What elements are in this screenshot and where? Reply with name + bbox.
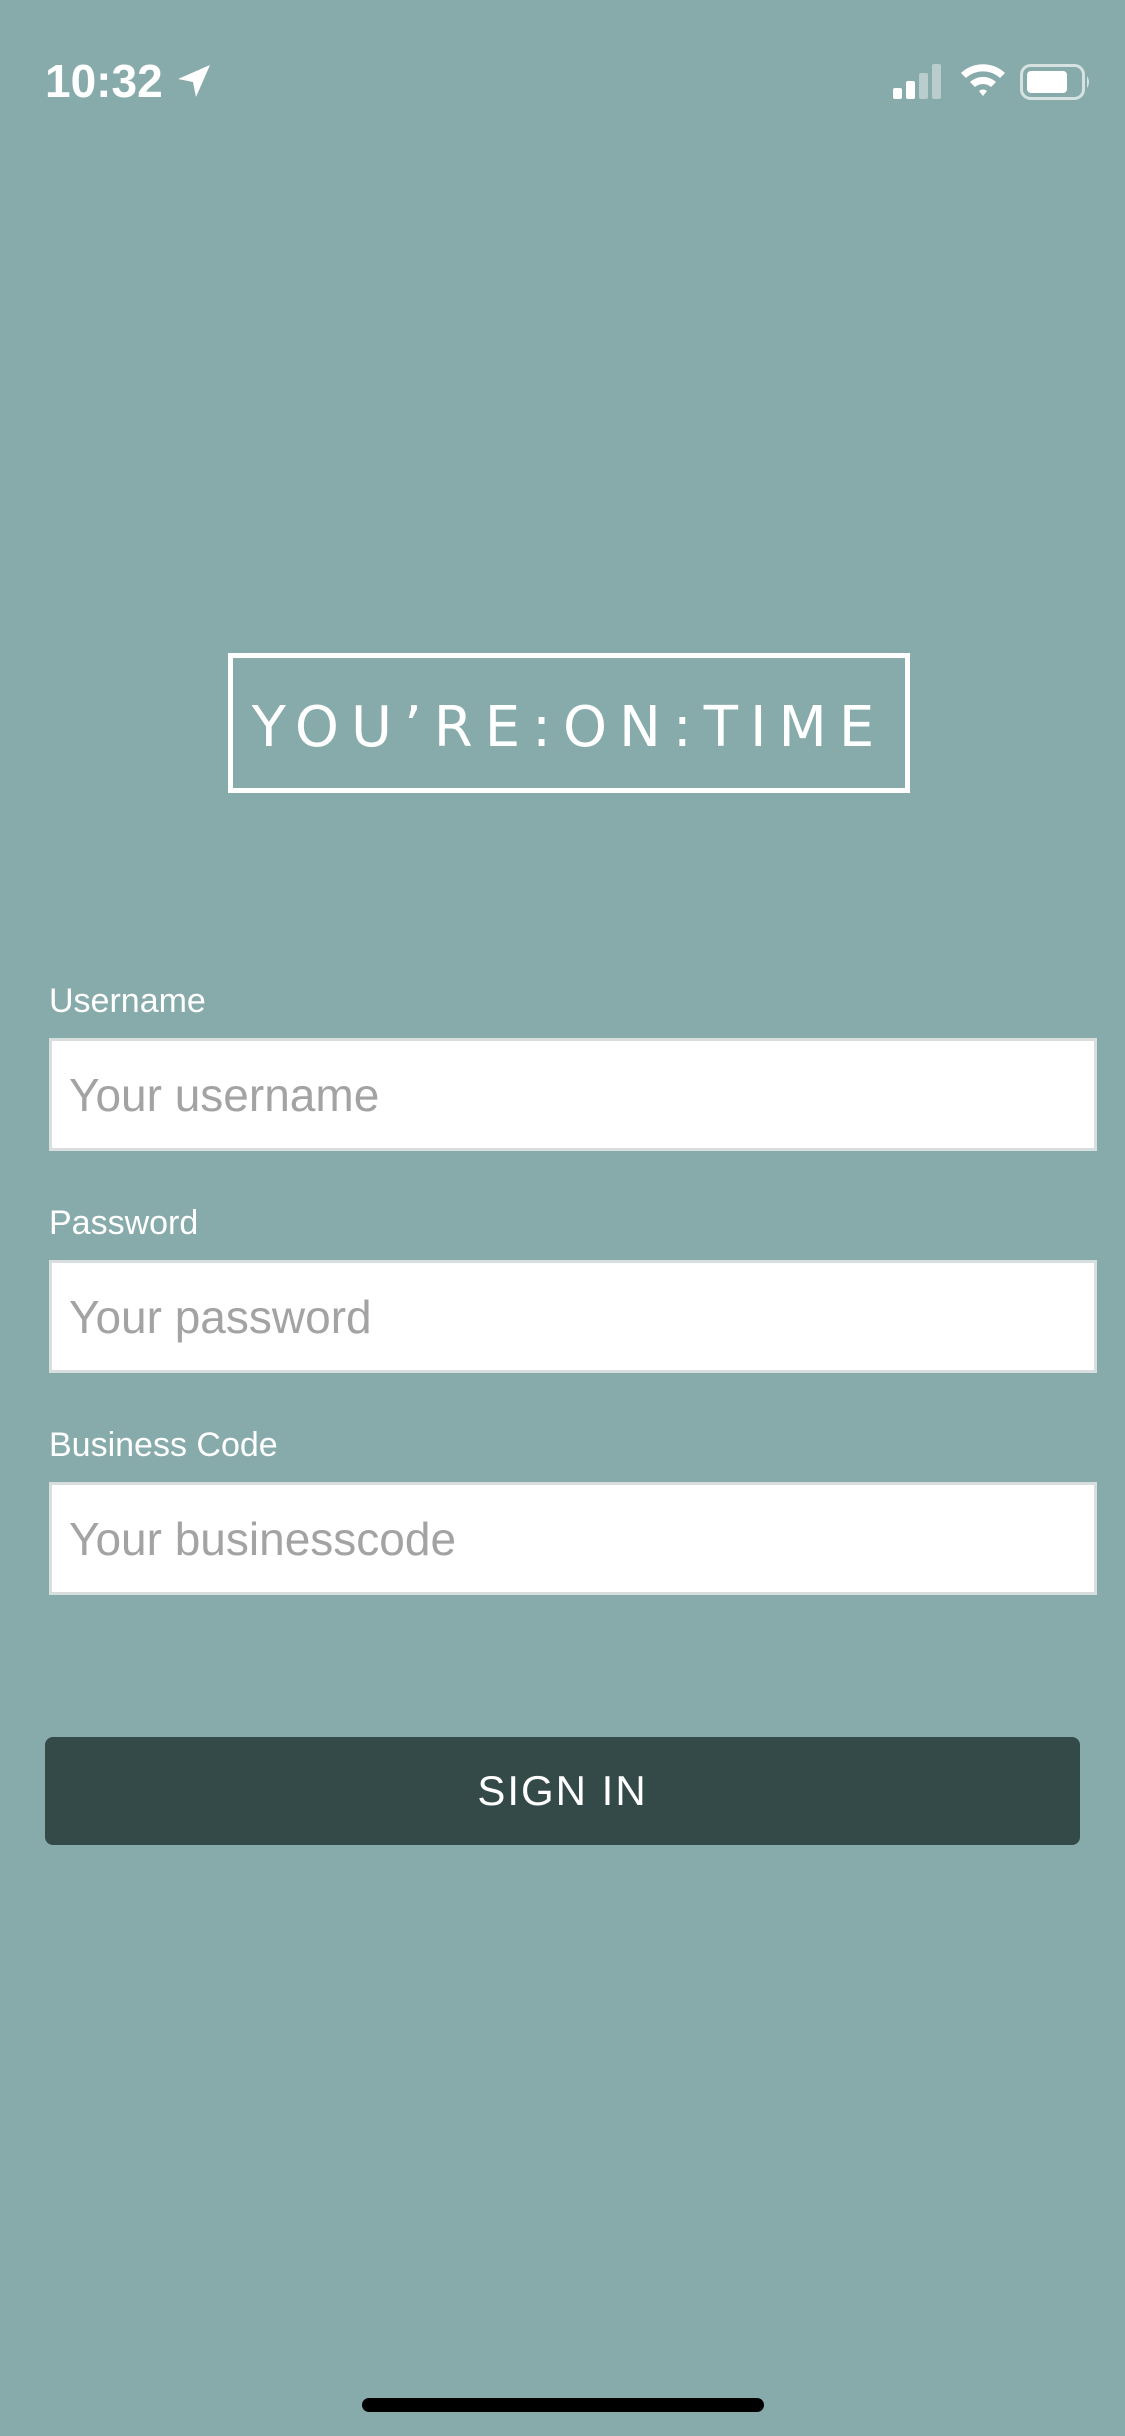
wifi-icon	[961, 64, 1005, 96]
password-label: Password	[49, 1204, 199, 1242]
battery-icon	[1020, 64, 1089, 100]
username-label: Username	[49, 982, 206, 1020]
home-indicator[interactable]	[362, 2398, 764, 2412]
location-arrow-icon	[178, 65, 210, 97]
business-code-input[interactable]	[49, 1482, 1097, 1595]
password-input[interactable]	[49, 1260, 1097, 1373]
status-time: 10:32	[45, 55, 163, 107]
app-logo: YOU’RE:ON:TIME	[228, 653, 910, 793]
sign-in-label: SIGN IN	[477, 1767, 648, 1814]
logo-text: YOU’RE:ON:TIME	[251, 694, 887, 760]
username-input[interactable]	[49, 1038, 1097, 1151]
business-code-label: Business Code	[49, 1426, 278, 1464]
sign-in-button[interactable]: SIGN IN	[45, 1737, 1080, 1845]
status-bar: 10:32	[0, 0, 1125, 140]
cellular-signal-icon	[893, 64, 941, 99]
